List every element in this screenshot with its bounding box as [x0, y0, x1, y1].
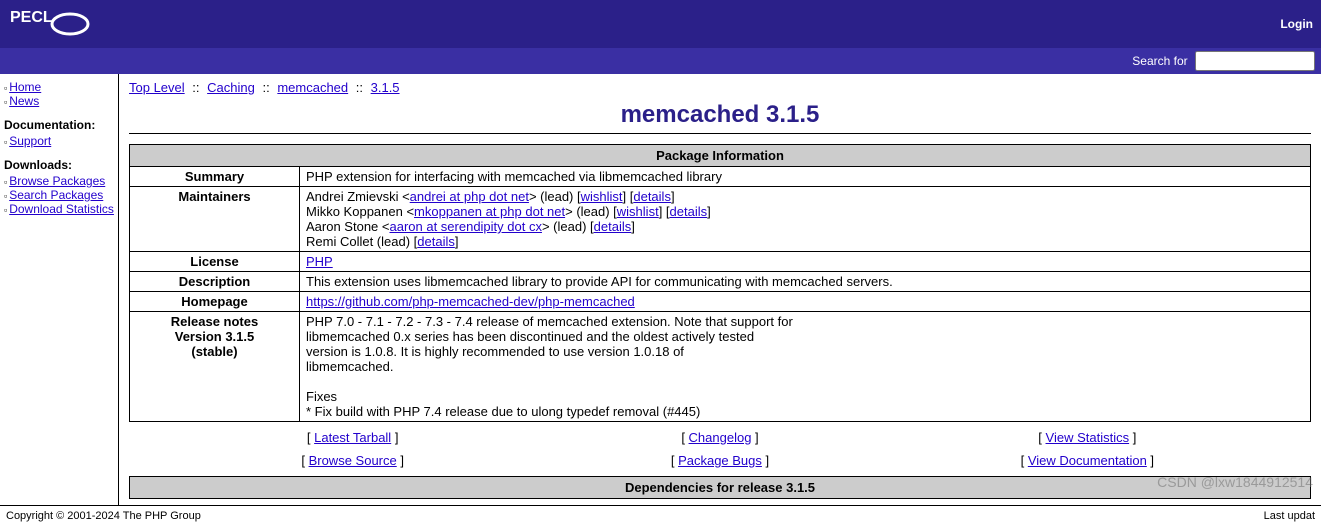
row-value-description: This extension uses libmemcached library… — [300, 272, 1311, 292]
breadcrumb-sep: :: — [192, 80, 199, 95]
footer: Copyright © 2001-2024 The PHP Group Last… — [0, 505, 1321, 526]
wishlist-link[interactable]: wishlist — [581, 189, 623, 204]
homepage-link[interactable]: https://github.com/php-memcached-dev/php… — [306, 294, 635, 309]
details-link[interactable]: details — [594, 219, 632, 234]
sidebar-item-home[interactable]: Home — [9, 80, 41, 94]
breadcrumb-top-level[interactable]: Top Level — [129, 80, 185, 95]
sidebar-item-download-statistics[interactable]: Download Statistics — [9, 202, 114, 216]
login-link[interactable]: Login — [1280, 17, 1313, 31]
details-link[interactable]: details — [633, 189, 671, 204]
last-updated-text: Last updat — [1264, 510, 1315, 522]
search-input[interactable] — [1195, 51, 1315, 71]
row-label-release: Release notesVersion 3.1.5(stable) — [130, 312, 300, 422]
header-bar: PECL Login — [0, 0, 1321, 48]
row-label-license: License — [130, 252, 300, 272]
sidebar-item-search-packages[interactable]: Search Packages — [9, 188, 103, 202]
license-link[interactable]: PHP — [306, 254, 333, 269]
row-label-description: Description — [130, 272, 300, 292]
actions-row-2: [ Browse Source ] [ Package Bugs ] [ Vie… — [129, 453, 1311, 468]
sidebar-item-news[interactable]: News — [9, 94, 39, 108]
sidebar-item-browse-packages[interactable]: Browse Packages — [9, 174, 105, 188]
maintainer-email-link[interactable]: andrei at php dot net — [410, 189, 529, 204]
sidebar-heading-docs: Documentation: — [4, 118, 114, 132]
changelog-link[interactable]: Changelog — [689, 430, 752, 445]
breadcrumb-sep: :: — [356, 80, 363, 95]
row-value-release: PHP 7.0 - 7.1 - 7.2 - 7.3 - 7.4 release … — [300, 312, 1311, 422]
copyright-text: Copyright © 2001-2024 The PHP Group — [6, 510, 201, 522]
svg-text:PECL: PECL — [10, 9, 53, 26]
breadcrumb-caching[interactable]: Caching — [207, 80, 255, 95]
package-info-table: Package Information Summary PHP extensio… — [129, 144, 1311, 422]
row-label-summary: Summary — [130, 167, 300, 187]
row-label-homepage: Homepage — [130, 292, 300, 312]
maintainer-email-link[interactable]: mkoppanen at php dot net — [414, 204, 565, 219]
breadcrumb: Top Level :: Caching :: memcached :: 3.1… — [129, 80, 1311, 95]
package-info-header: Package Information — [130, 145, 1311, 167]
details-link[interactable]: details — [670, 204, 708, 219]
pecl-logo: PECL — [8, 4, 98, 44]
page-title: memcached 3.1.5 — [129, 101, 1311, 134]
wishlist-link[interactable]: wishlist — [617, 204, 659, 219]
row-value-summary: PHP extension for interfacing with memca… — [300, 167, 1311, 187]
view-statistics-link[interactable]: View Statistics — [1046, 430, 1130, 445]
row-label-maintainers: Maintainers — [130, 187, 300, 252]
breadcrumb-version[interactable]: 3.1.5 — [371, 80, 400, 95]
details-link[interactable]: details — [417, 234, 455, 249]
dependencies-header: Dependencies for release 3.1.5 — [129, 476, 1311, 499]
browse-source-link[interactable]: Browse Source — [309, 453, 397, 468]
search-label: Search for — [1132, 54, 1187, 68]
sidebar-item-support[interactable]: Support — [9, 134, 51, 148]
breadcrumb-memcached[interactable]: memcached — [277, 80, 348, 95]
sidebar-heading-downloads: Downloads: — [4, 158, 114, 172]
latest-tarball-link[interactable]: Latest Tarball — [314, 430, 391, 445]
actions-row-1: [ Latest Tarball ] [ Changelog ] [ View … — [129, 430, 1311, 445]
package-bugs-link[interactable]: Package Bugs — [678, 453, 762, 468]
maintainer-email-link[interactable]: aaron at serendipity dot cx — [389, 219, 541, 234]
search-bar: Search for — [0, 48, 1321, 74]
sidebar: Home News Documentation: Support Downloa… — [0, 74, 119, 505]
main-content: Top Level :: Caching :: memcached :: 3.1… — [119, 74, 1321, 505]
row-value-maintainers: Andrei Zmievski <andrei at php dot net> … — [300, 187, 1311, 252]
breadcrumb-sep: :: — [262, 80, 269, 95]
view-documentation-link[interactable]: View Documentation — [1028, 453, 1147, 468]
